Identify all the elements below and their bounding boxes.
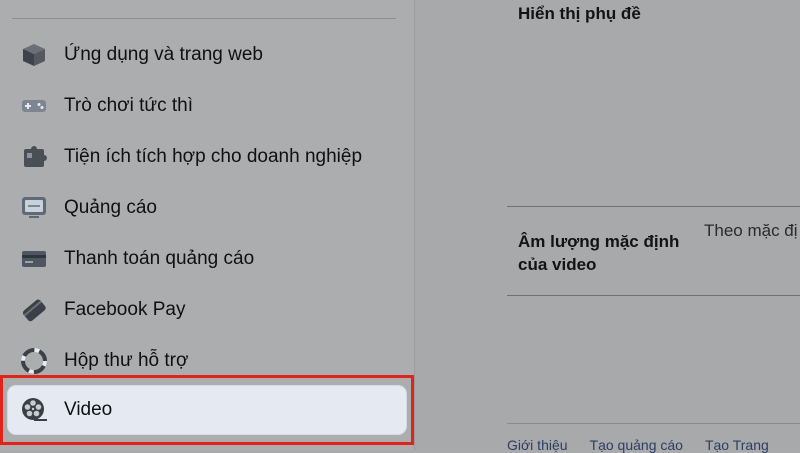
sidebar-item-label: Trò chơi tức thì	[64, 95, 194, 116]
sidebar-item-label: Ứng dụng và trang web	[64, 44, 263, 65]
film-reel-icon	[20, 396, 48, 424]
lifebuoy-icon	[20, 347, 48, 375]
default-volume-label: Âm lượng mặc định của video	[518, 232, 680, 274]
sidebar-item-ads[interactable]: Quảng cáo	[8, 184, 406, 232]
sidebar-item-label: Tiện ích tích hợp cho doanh nghiệp	[64, 146, 363, 167]
sidebar-item-label: Video	[64, 399, 113, 420]
footer-divider	[507, 423, 800, 424]
facebook-pay-icon	[20, 296, 48, 324]
ad-monitor-icon	[20, 194, 48, 222]
section-divider	[507, 206, 800, 207]
sidebar-item-label: Thanh toán quảng cáo	[64, 248, 255, 269]
credit-card-icon	[20, 245, 48, 273]
footer-link-create-page[interactable]: Tạo Trang	[705, 437, 769, 453]
subtitles-heading: Hiển thị phụ đề	[518, 4, 641, 23]
sidebar-item-video[interactable]: Video	[8, 386, 406, 434]
sidebar-item-apps-websites[interactable]: Ứng dụng và trang web	[8, 31, 406, 79]
sidebar-item-label: Hộp thư hỗ trợ	[64, 350, 189, 371]
sidebar-divider	[12, 18, 396, 19]
sidebar-item-facebook-pay[interactable]: Facebook Pay	[8, 286, 406, 334]
sidebar-item-support-inbox[interactable]: Hộp thư hỗ trợ	[8, 337, 406, 385]
footer-link-create-ad[interactable]: Tạo quảng cáo	[590, 437, 683, 453]
sidebar-item-ad-payments[interactable]: Thanh toán quảng cáo	[8, 235, 406, 283]
footer-links: Giới thiệu Tạo quảng cáo Tạo Trang	[507, 437, 769, 453]
cube-icon	[20, 41, 48, 69]
settings-sidebar: Ứng dụng và trang web Trò chơi tức thì T…	[0, 0, 415, 450]
section-divider	[507, 295, 800, 296]
sidebar-item-instant-games[interactable]: Trò chơi tức thì	[8, 82, 406, 130]
sidebar-item-label: Quảng cáo	[64, 197, 157, 218]
sidebar-item-label: Facebook Pay	[64, 299, 186, 320]
gamepad-icon	[20, 92, 48, 120]
sidebar-item-business-integrations[interactable]: Tiện ích tích hợp cho doanh nghiệp	[8, 133, 406, 181]
puzzle-icon	[20, 143, 48, 171]
video-settings-panel: Hiển thị phụ đề Âm lượng mặc định của vi…	[415, 0, 800, 453]
default-volume-value[interactable]: Theo mặc đị	[704, 221, 798, 241]
footer-link-about[interactable]: Giới thiệu	[507, 437, 568, 453]
